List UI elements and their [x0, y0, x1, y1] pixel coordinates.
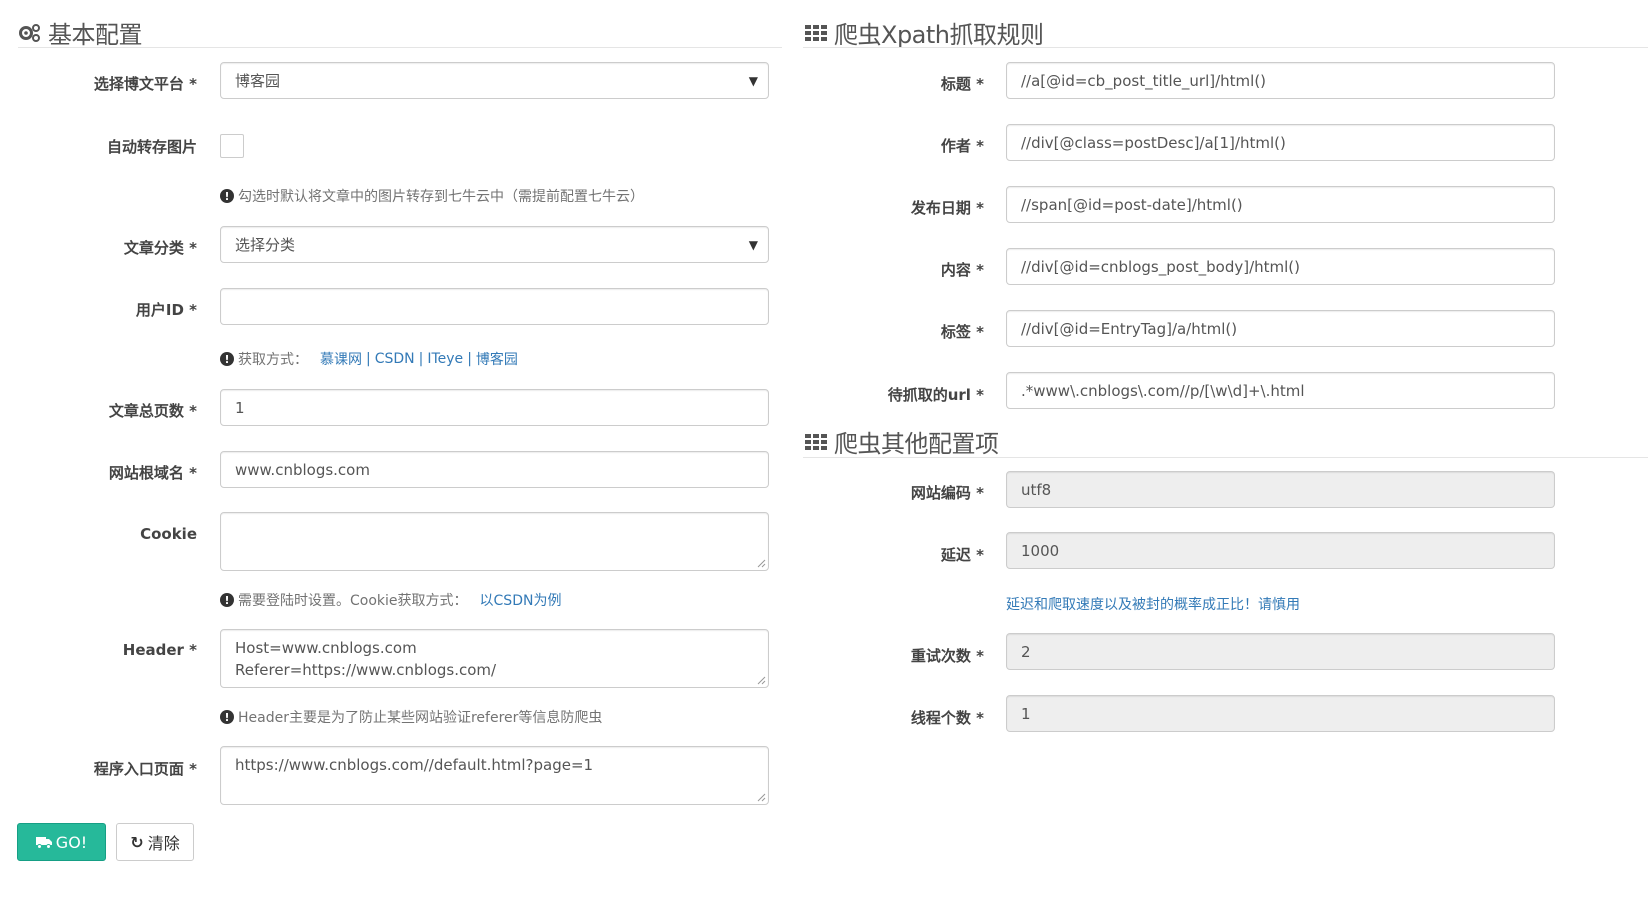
delay-input[interactable]: 1000 [1006, 532, 1555, 569]
xpath-content-label: 内容 * [940, 261, 984, 279]
xpath-url-label: 待抓取的url * [887, 386, 984, 404]
xpath-content-input-value: //div[@id=cnblogs_post_body]/html() [1021, 257, 1301, 276]
domain-label: 网站根域名 * [108, 464, 197, 482]
autosave-help: ! 勾选时默认将文章中的图片转存到七牛云中（需提前配置七牛云） [220, 186, 644, 206]
delay-label: 延迟 * [940, 546, 984, 564]
cookie-label: Cookie [140, 525, 197, 543]
header-label: Header * [122, 641, 197, 659]
autosave-checkbox[interactable] [220, 134, 244, 158]
xpath-title-label: 标题 * [940, 75, 984, 93]
xpath-rules-divider [803, 47, 1648, 48]
retry-input[interactable]: 2 [1006, 633, 1555, 670]
link-imooc[interactable]: 慕课网 [320, 349, 362, 369]
xpath-author-label: 作者 * [940, 137, 984, 155]
clear-button-label: 清除 [147, 834, 180, 853]
resize-handle-icon[interactable] [756, 675, 766, 685]
truck-icon [35, 837, 52, 849]
encoding-input[interactable]: utf8 [1006, 471, 1555, 508]
caret-down-icon: ▼ [748, 237, 758, 252]
link-separator: | [467, 351, 472, 367]
entry-textarea[interactable]: https://www.cnblogs.com//default.html?pa… [220, 746, 769, 805]
threads-input-value: 1 [1021, 704, 1031, 723]
xpath-title-input-value: //a[@id=cb_post_title_url]/html() [1021, 71, 1267, 90]
info-circle-icon: ! [220, 352, 234, 366]
info-circle-icon: ! [220, 189, 234, 203]
platform-select-value: 博客园 [235, 72, 281, 90]
category-select-value: 选择分类 [235, 236, 296, 254]
userid-label: 用户ID * [135, 301, 197, 319]
resize-handle-icon[interactable] [756, 792, 766, 802]
retry-input-value: 2 [1021, 642, 1031, 661]
xpath-author-input[interactable]: //div[@class=postDesc]/a[1]/html() [1006, 124, 1555, 161]
other-config-title: 爬虫其他配置项 [804, 424, 999, 459]
delay-help: 延迟和爬取速度以及被封的概率成正比！请慎用 [1006, 597, 1300, 613]
pages-input[interactable]: 1 [220, 389, 769, 426]
domain-input[interactable]: www.cnblogs.com [220, 451, 769, 488]
basic-config-title-text: 基本配置 [48, 21, 143, 49]
grid-icon [805, 433, 827, 450]
category-label: 文章分类 * [123, 239, 197, 257]
other-config-divider [803, 457, 1648, 458]
autosave-help-text: 勾选时默认将文章中的图片转存到七牛云中（需提前配置七牛云） [238, 189, 644, 205]
link-csdn[interactable]: CSDN [375, 351, 415, 367]
link-separator: | [366, 351, 371, 367]
cookie-help-link[interactable]: 以CSDN为例 [480, 590, 562, 610]
pages-label: 文章总页数 * [108, 402, 197, 420]
resize-handle-icon[interactable] [756, 558, 766, 568]
encoding-label: 网站编码 * [910, 484, 984, 502]
go-button-label: GO! [55, 832, 88, 852]
cookie-textarea[interactable] [220, 512, 769, 571]
refresh-icon: ↻ [130, 832, 144, 852]
xpath-tags-input[interactable]: //div[@id=EntryTag]/a/html() [1006, 310, 1555, 347]
grid-icon [805, 24, 827, 41]
xpath-date-input-value: //span[@id=post-date]/html() [1021, 195, 1243, 214]
encoding-input-value: utf8 [1021, 480, 1052, 499]
xpath-tags-label: 标签 * [940, 323, 984, 341]
xpath-url-input[interactable]: .*www\.cnblogs\.com//p/[\w\d]+\.html [1006, 372, 1555, 409]
xpath-date-input[interactable]: //span[@id=post-date]/html() [1006, 186, 1555, 223]
userid-help: ! 获取方式： 慕课网 | CSDN | ITeye | 博客园 [220, 349, 518, 369]
userid-help-prefix: 获取方式： [238, 352, 308, 368]
cookie-help-text: 需要登陆时设置。Cookie获取方式： [238, 593, 468, 609]
clear-button[interactable]: ↻ 清除 [116, 823, 194, 861]
autosave-label: 自动转存图片 [106, 138, 197, 156]
platform-label: 选择博文平台 * [93, 75, 197, 93]
xpath-rules-title-text: 爬虫Xpath抓取规则 [834, 21, 1044, 49]
link-separator: | [418, 351, 424, 367]
xpath-content-input[interactable]: //div[@id=cnblogs_post_body]/html() [1006, 248, 1555, 285]
header-textarea-value: Host=www.cnblogs.com Referer=https://www… [235, 639, 497, 679]
go-button[interactable]: GO! [17, 823, 106, 861]
platform-select[interactable]: 博客园 ▼ [220, 62, 769, 99]
category-select[interactable]: 选择分类 ▼ [220, 226, 769, 263]
entry-textarea-value: https://www.cnblogs.com//default.html?pa… [235, 756, 594, 774]
xpath-url-input-value: .*www\.cnblogs\.com//p/[\w\d]+\.html [1021, 381, 1305, 400]
xpath-date-label: 发布日期 * [910, 199, 984, 217]
delay-input-value: 1000 [1021, 541, 1060, 560]
link-cnblogs[interactable]: 博客园 [476, 349, 518, 369]
xpath-title-input[interactable]: //a[@id=cb_post_title_url]/html() [1006, 62, 1555, 99]
link-iteye[interactable]: ITeye [427, 351, 463, 367]
header-textarea[interactable]: Host=www.cnblogs.com Referer=https://www… [220, 629, 769, 688]
cookie-help: ! 需要登陆时设置。Cookie获取方式： 以CSDN为例 [220, 590, 561, 610]
header-help-text: Header主要是为了防止某些网站验证referer等信息防爬虫 [238, 710, 603, 726]
xpath-rules-title: 爬虫Xpath抓取规则 [804, 15, 1044, 50]
threads-input[interactable]: 1 [1006, 695, 1555, 732]
xpath-tags-input-value: //div[@id=EntryTag]/a/html() [1021, 319, 1238, 338]
basic-config-title: 基本配置 [18, 15, 143, 50]
other-config-title-text: 爬虫其他配置项 [834, 430, 999, 458]
pages-input-value: 1 [235, 398, 245, 417]
cogs-icon [19, 23, 40, 42]
entry-label: 程序入口页面 * [93, 760, 197, 778]
info-circle-icon: ! [220, 593, 234, 607]
xpath-author-input-value: //div[@class=postDesc]/a[1]/html() [1021, 133, 1286, 152]
threads-label: 线程个数 * [910, 709, 984, 727]
caret-down-icon: ▼ [748, 73, 758, 88]
userid-input[interactable] [220, 288, 769, 325]
domain-input-value: www.cnblogs.com [235, 460, 370, 479]
header-help: ! Header主要是为了防止某些网站验证referer等信息防爬虫 [220, 707, 602, 727]
basic-config-divider [18, 47, 782, 48]
info-circle-icon: ! [220, 710, 234, 724]
retry-label: 重试次数 * [910, 647, 984, 665]
